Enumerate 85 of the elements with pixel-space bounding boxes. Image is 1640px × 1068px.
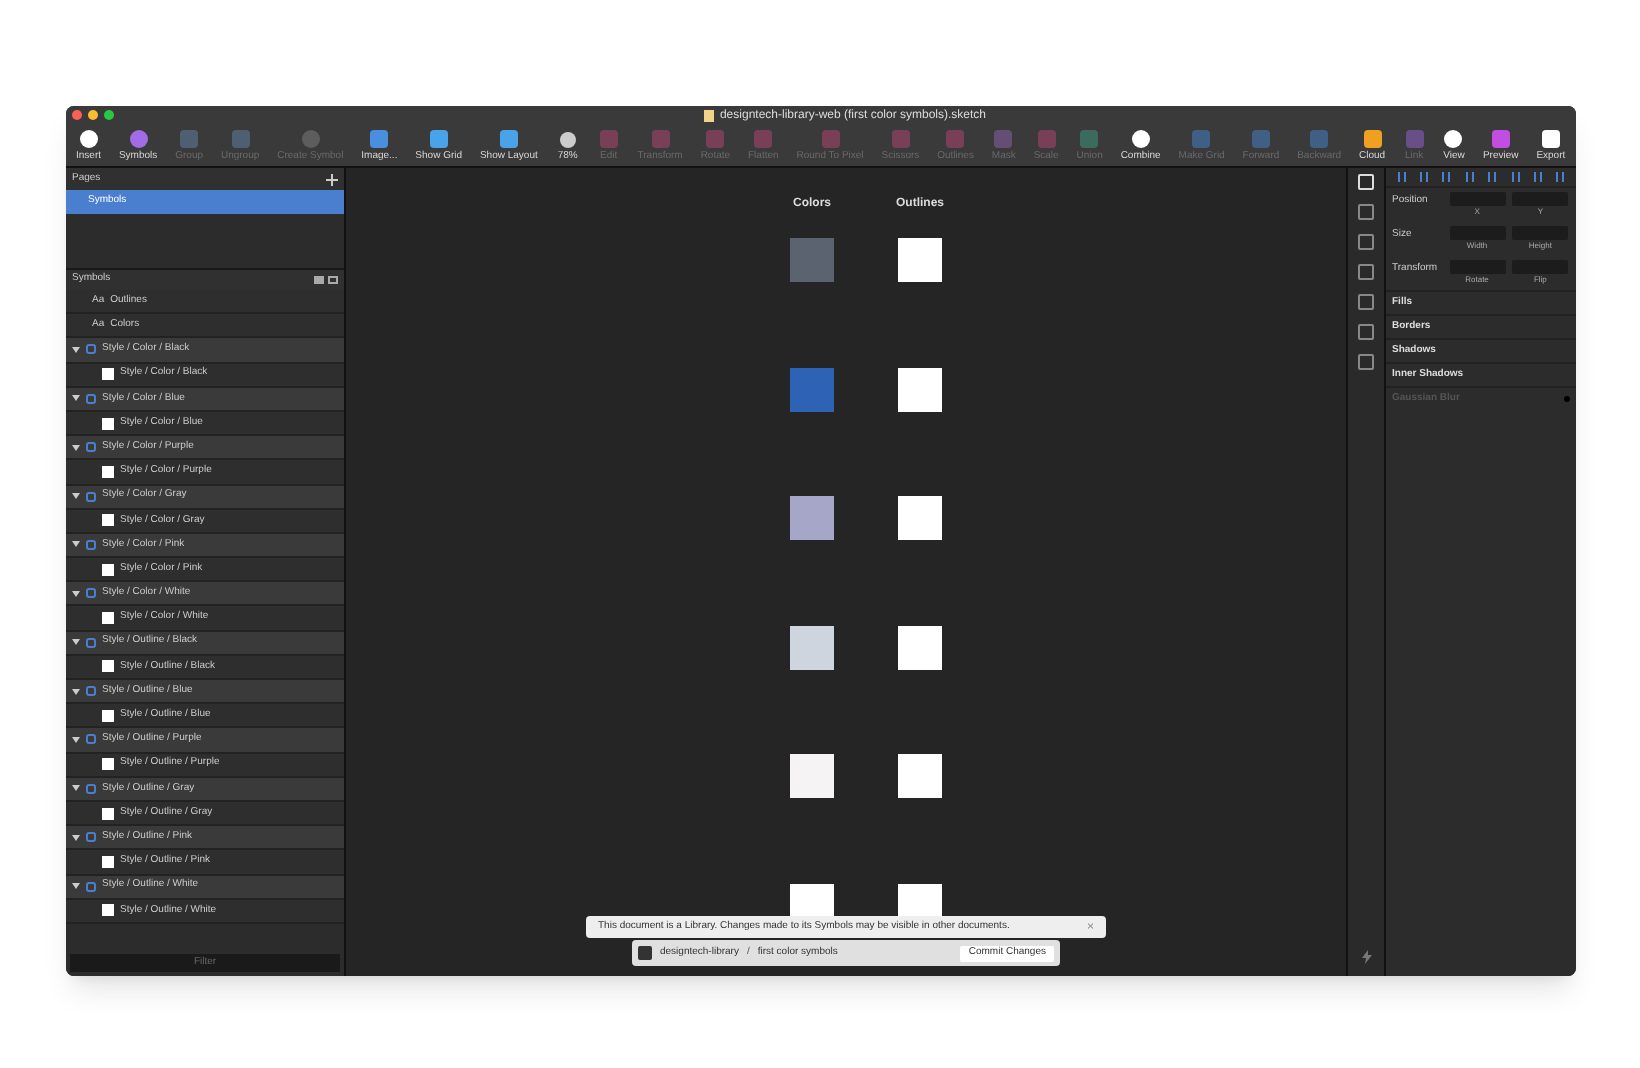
tool-icon (1403, 128, 1426, 150)
tool-icon (1035, 128, 1058, 150)
repository-icon (638, 946, 652, 960)
tool-icon (178, 128, 201, 150)
tool-icon (944, 128, 967, 150)
tool-icon (1442, 128, 1465, 150)
outline-swatch (898, 367, 942, 411)
minimize-button[interactable] (88, 110, 98, 120)
tool-icon (704, 128, 727, 150)
tool-icon (597, 128, 620, 150)
symbol-icon (86, 588, 96, 599)
align-icon[interactable] (1442, 172, 1451, 182)
tool-icon (427, 128, 450, 150)
symbol-icon (86, 783, 96, 794)
disclosure-triangle-icon[interactable] (72, 589, 80, 598)
tool-icon (1249, 128, 1272, 150)
artboard-icon (102, 514, 114, 527)
artboard-icon (102, 904, 114, 917)
tool-icon (1308, 128, 1331, 150)
zoom-button[interactable] (104, 110, 114, 120)
align-icon[interactable] (1420, 172, 1429, 182)
tool-icon (992, 128, 1015, 150)
artboard-icon (102, 465, 114, 478)
symbol-icon (86, 491, 96, 502)
disclosure-triangle-icon[interactable] (72, 882, 80, 891)
disclosure-triangle-icon[interactable] (72, 784, 80, 793)
symbol-icon (86, 442, 96, 453)
zoom-icon (555, 129, 580, 149)
artboard-icon (102, 368, 114, 381)
artboard-icon (102, 417, 114, 430)
symbol-icon (86, 832, 96, 843)
tool-icon (368, 128, 391, 150)
disclosure-triangle-icon[interactable] (72, 540, 80, 549)
tool-icon (299, 128, 322, 150)
document-icon (703, 109, 714, 121)
disclosure-triangle-icon[interactable] (72, 345, 80, 354)
outline-swatch (898, 625, 942, 669)
close-button[interactable] (72, 110, 82, 120)
panel-icon[interactable] (328, 276, 338, 284)
artboard-icon (102, 807, 114, 820)
artboard-icon (102, 660, 114, 673)
tool-icon (819, 128, 842, 150)
tool-icon (1361, 128, 1384, 150)
symbol-icon (86, 539, 96, 550)
tool-icon (497, 128, 520, 150)
disclosure-triangle-icon[interactable] (72, 394, 80, 403)
tool-icon (1190, 128, 1213, 150)
disclosure-triangle-icon[interactable] (72, 443, 80, 452)
align-icon[interactable] (1533, 172, 1542, 182)
artboard-icon (102, 612, 114, 625)
align-icon[interactable] (1556, 172, 1565, 182)
symbol-icon (86, 393, 96, 404)
symbol-icon (86, 881, 96, 892)
symbol-icon (86, 637, 96, 648)
outline-swatch (898, 754, 942, 798)
tool-icon (1129, 128, 1152, 150)
disclosure-triangle-icon[interactable] (72, 687, 80, 696)
tool-icon (752, 128, 775, 150)
artboard-icon (102, 855, 114, 868)
tool-icon (649, 128, 672, 150)
tool-icon (1078, 128, 1101, 150)
tool-icon (229, 128, 252, 150)
tool-icon (77, 128, 100, 150)
disclosure-triangle-icon[interactable] (72, 638, 80, 647)
disclosure-triangle-icon[interactable] (72, 492, 80, 501)
lightning-icon[interactable] (1361, 950, 1371, 964)
symbol-icon (86, 344, 96, 355)
tool-icon (127, 128, 150, 150)
tool-icon (1489, 128, 1512, 150)
add-icon[interactable] (326, 173, 338, 185)
artboard-icon (102, 709, 114, 722)
tool-icon (889, 128, 912, 150)
tool-icon (1539, 128, 1562, 150)
artboard-icon (102, 758, 114, 771)
artboard-icon (102, 563, 114, 576)
align-icon[interactable] (1488, 172, 1497, 182)
symbol-icon (86, 686, 96, 697)
align-icon[interactable] (1465, 172, 1474, 182)
align-icon[interactable] (1397, 172, 1406, 182)
outline-swatch (898, 238, 942, 282)
disclosure-triangle-icon[interactable] (72, 735, 80, 744)
disclosure-triangle-icon[interactable] (72, 833, 80, 842)
align-icon[interactable] (1511, 172, 1520, 182)
outline-swatch (898, 496, 942, 540)
symbol-icon (86, 734, 96, 745)
